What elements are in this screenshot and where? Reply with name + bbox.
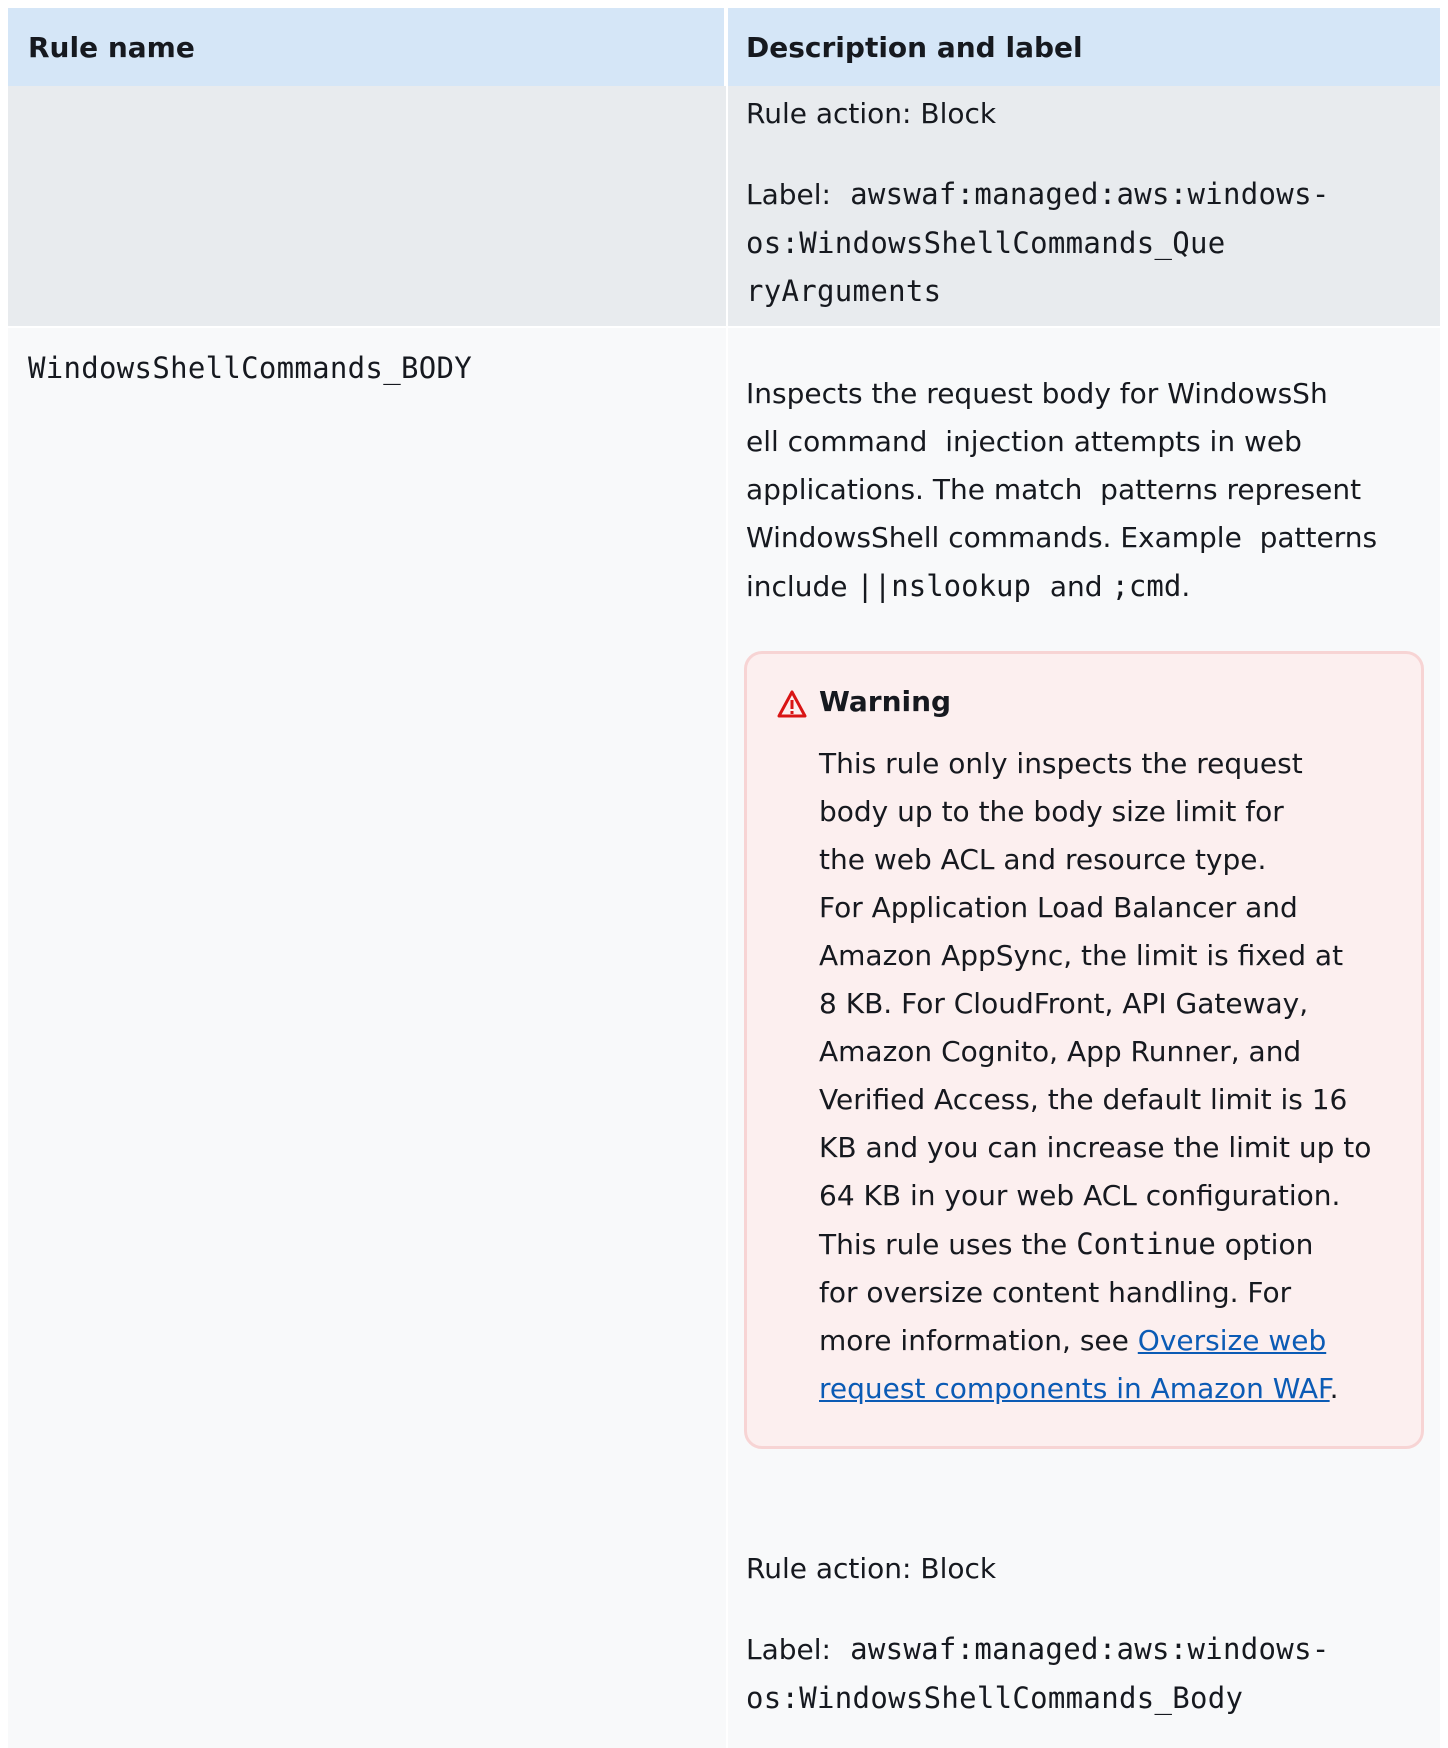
warning-line: 64 KB in your web ACL configuration. [819, 1179, 1341, 1212]
label-value-line: ryArguments [746, 274, 942, 308]
continue-code: Continue [1076, 1227, 1216, 1261]
description-text: . [1181, 570, 1191, 603]
warning-line: KB and you can increase the limit up to [819, 1131, 1372, 1164]
table-header-row: Rule name Description and label [8, 8, 1440, 86]
label-prefix: Label: [746, 1633, 831, 1666]
description-text: include [746, 570, 848, 603]
warning-body: This rule only inspects the request body… [819, 740, 1409, 1413]
warning-line: Amazon Cognito, App Runner, and [819, 1035, 1302, 1068]
rules-table: Rule name Description and label Rule act… [8, 8, 1440, 1748]
description-line: WindowsShell commands. Example patterns [746, 521, 1378, 554]
warning-triangle-icon [777, 690, 807, 718]
warning-title: Warning [819, 685, 952, 718]
label-block: Label: awswaf:managed:aws:windows- os:Wi… [746, 1625, 1330, 1722]
warning-line: the web ACL and resource type. [819, 843, 1267, 876]
warning-line: Verified Access, the default limit is 16 [819, 1083, 1348, 1116]
description-line: Inspects the request body for WindowsSh [746, 377, 1328, 410]
header-rule-name-label: Rule name [28, 30, 195, 64]
warning-line: for oversize content handling. For [819, 1276, 1292, 1309]
header-rule-name: Rule name [8, 8, 726, 86]
pattern-code: ;cmd [1111, 569, 1182, 603]
column-divider [726, 86, 728, 326]
oversize-link[interactable]: Oversize web [1138, 1324, 1326, 1357]
rule-description: Inspects the request body for WindowsSh … [746, 370, 1377, 611]
warning-line: 8 KB. For CloudFront, API Gateway, [819, 987, 1309, 1020]
warning-line: more information, see Oversize web [819, 1317, 1409, 1365]
label-value-line: os:WindowsShellCommands_Que [746, 226, 1226, 260]
label-prefix: Label: [746, 178, 831, 211]
rule-name: WindowsShellCommands_BODY [28, 351, 472, 385]
label-value-line: os:WindowsShellCommands_Body [746, 1681, 1244, 1715]
label-block: Label: awswaf:managed:aws:windows- os:Wi… [746, 170, 1330, 315]
column-divider [726, 8, 728, 86]
header-description: Description and label [746, 8, 1083, 86]
oversize-link[interactable]: request components in Amazon WAF [819, 1372, 1330, 1405]
warning-line: This rule only inspects the request [819, 747, 1303, 780]
warning-text: option [1224, 1228, 1314, 1261]
description-line: include ||nslookup and ;cmd. [746, 562, 1377, 611]
column-divider [726, 328, 728, 1748]
pattern-code: ||nslookup [856, 569, 1031, 603]
description-text: and [1049, 570, 1103, 603]
warning-alert: Warning This rule only inspects the requ… [744, 651, 1424, 1449]
warning-line: This rule uses the Continue option [819, 1220, 1409, 1269]
warning-text: . [1329, 1372, 1339, 1405]
warning-text: This rule uses the [819, 1228, 1068, 1261]
warning-line: Amazon AppSync, the limit is fixed at [819, 939, 1344, 972]
description-line: applications. The match patterns represe… [746, 473, 1362, 506]
header-description-label: Description and label [746, 30, 1083, 64]
rule-action-text: Rule action: Block [746, 97, 997, 130]
warning-text: more information, see [819, 1324, 1129, 1357]
warning-line: body up to the body size limit for [819, 795, 1284, 828]
table-row: Rule action: Block Label: awswaf:managed… [8, 86, 1440, 326]
label-value-line: awswaf:managed:aws:windows- [850, 177, 1330, 211]
description-line: ell command injection attempts in web [746, 425, 1302, 458]
warning-line: For Application Load Balancer and [819, 891, 1298, 924]
warning-line: request components in Amazon WAF. [819, 1365, 1409, 1413]
label-value-line: awswaf:managed:aws:windows- [850, 1632, 1330, 1666]
rule-action-text: Rule action: Block [746, 1552, 997, 1585]
